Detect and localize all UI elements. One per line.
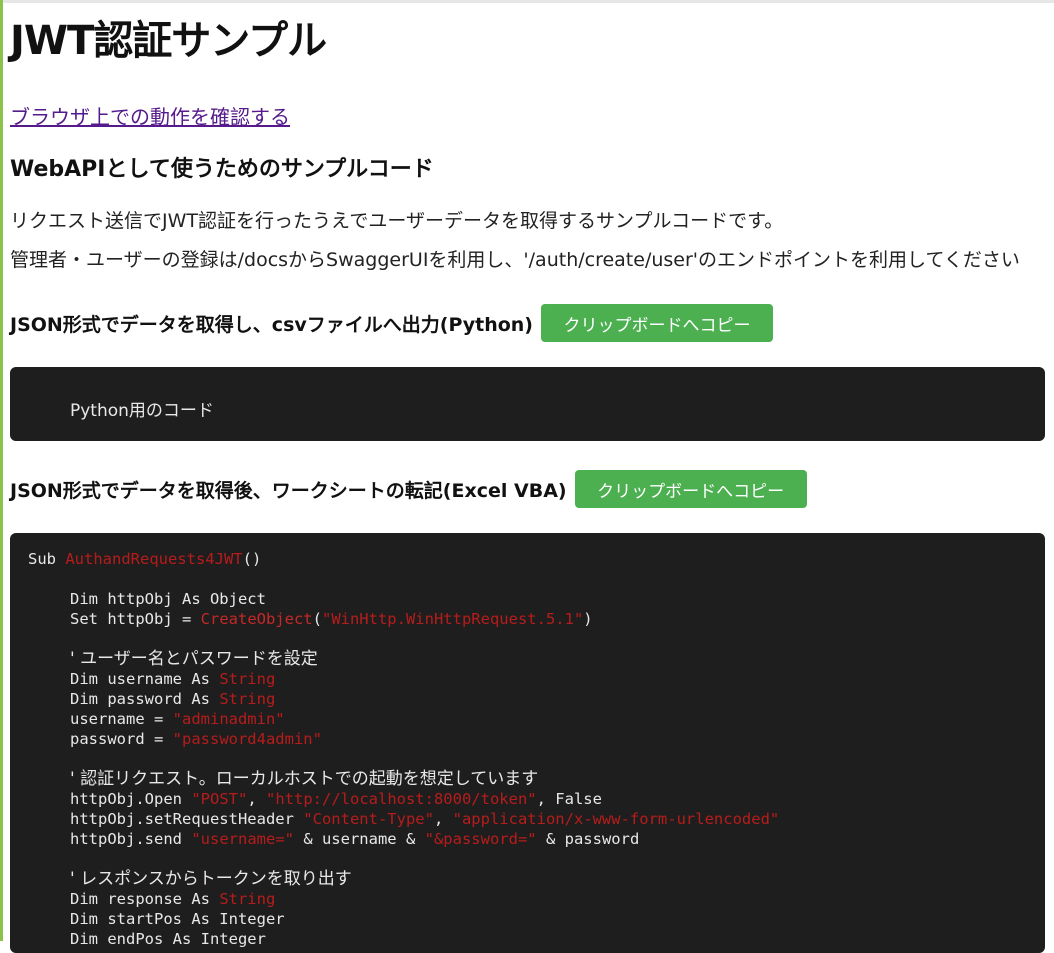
page-title: JWT認証サンプル: [10, 18, 327, 64]
code-line: Dim response As String: [70, 890, 276, 908]
code-comment: ' ユーザー名とパスワードを設定: [70, 649, 318, 669]
code-line: httpObj.setRequestHeader "Content-Type",…: [70, 810, 780, 828]
code-line: httpObj.Open "POST", "http://localhost:8…: [70, 790, 602, 808]
code-comment: ' レスポンスからトークンを取り出す: [70, 869, 352, 889]
registration-note: 管理者・ユーザーの登録は/docsからSwaggerUIを利用し、'/auth/…: [10, 249, 1020, 271]
code-line: Set httpObj = CreateObject("WinHttp.WinH…: [70, 610, 593, 628]
top-border: [0, 0, 1054, 3]
code-line: Dim password As String: [70, 690, 276, 708]
intro-text: リクエスト送信でJWT認証を行ったうえでユーザーデータを取得するサンプルコードで…: [10, 210, 784, 232]
code-line: Dim startPos As Integer: [70, 910, 285, 928]
python-code-block: Python用のコード: [10, 367, 1045, 441]
section-heading: WebAPIとして使うためのサンプルコード: [10, 157, 434, 182]
vba-section-header: JSON形式でデータを取得後、ワークシートの転記(Excel VBA) クリップ…: [10, 470, 807, 508]
code-line: password = "password4admin": [70, 730, 322, 748]
code-line: Dim username As String: [70, 670, 276, 688]
python-section-heading: JSON形式でデータを取得し、csvファイルへ出力(Python): [10, 313, 533, 336]
python-code-text: Python用のコード: [70, 401, 214, 421]
code-line: Dim httpObj As Object: [70, 590, 266, 608]
left-accent-bar: [0, 0, 3, 941]
copy-python-button[interactable]: クリップボードへコピー: [540, 304, 773, 342]
code-line: httpObj.send "username=" & username & "&…: [70, 830, 640, 848]
code-comment: ' 認証リクエスト。ローカルホストでの起動を想定しています: [70, 769, 539, 789]
vba-code-block: Sub AuthandRequests4JWT() Dim httpObj As…: [10, 533, 1045, 953]
code-line: Dim endPos As Integer: [70, 930, 266, 948]
code-line: username = "adminadmin": [70, 710, 285, 728]
python-section-header: JSON形式でデータを取得し、csvファイルへ出力(Python) クリップボー…: [10, 304, 773, 342]
copy-vba-button[interactable]: クリップボードへコピー: [574, 470, 807, 508]
code-line: Sub AuthandRequests4JWT(): [28, 550, 262, 568]
vba-section-heading: JSON形式でデータを取得後、ワークシートの転記(Excel VBA): [10, 479, 567, 502]
browser-demo-link[interactable]: ブラウザ上での動作を確認する: [10, 101, 290, 130]
